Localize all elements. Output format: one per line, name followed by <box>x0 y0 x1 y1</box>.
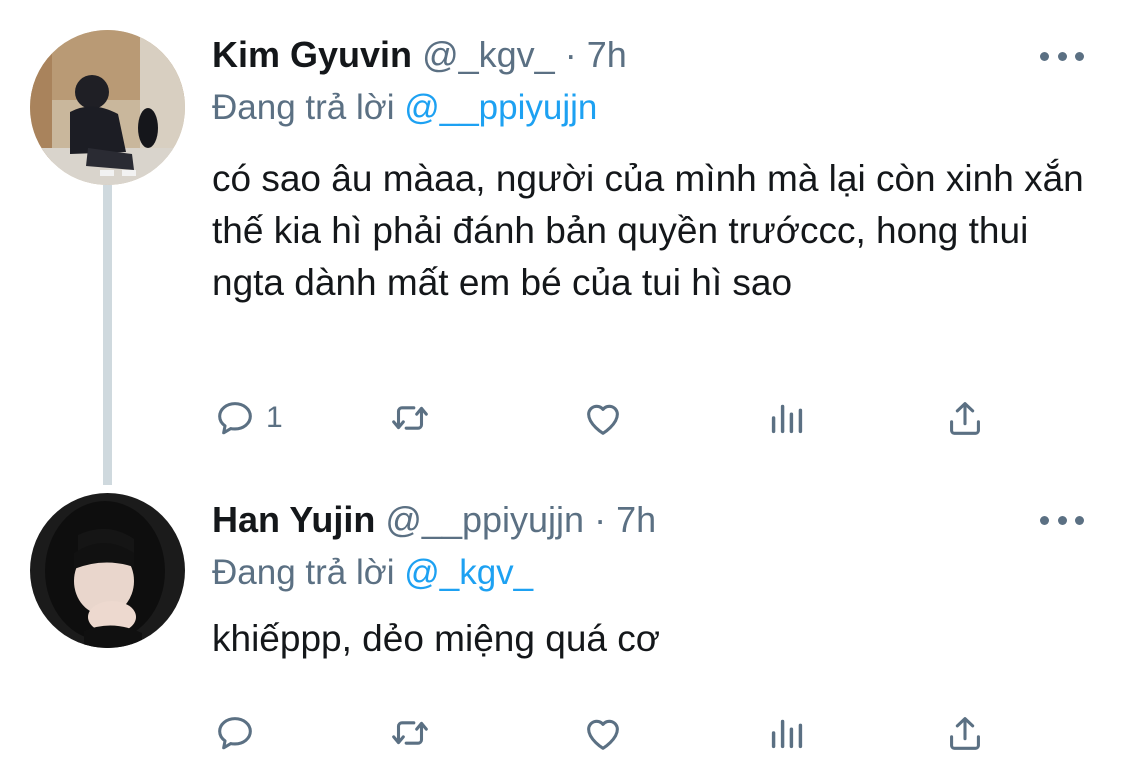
reply-icon <box>218 717 252 750</box>
analytics-button[interactable] <box>764 393 810 443</box>
tweet-han-yujin[interactable]: Han Yujin @__ppiyujjn · 7h Đang trả lời … <box>0 470 1125 770</box>
more-dot <box>1075 51 1084 61</box>
stats-icon <box>771 404 803 434</box>
share-icon <box>950 717 980 750</box>
replying-to-line: Đang trả lời @_kgv_ <box>212 550 533 596</box>
separator-dot: · <box>564 34 577 75</box>
thread-connector-line <box>103 185 112 485</box>
reply-button[interactable] <box>212 708 266 758</box>
like-button[interactable] <box>580 708 626 758</box>
more-dot <box>1075 515 1084 525</box>
retweet-button[interactable] <box>387 708 433 758</box>
replying-to-label: Đang trả lời <box>212 88 395 127</box>
tweet-header: Kim Gyuvin @_kgv_ · 7h <box>212 31 627 79</box>
tweet-kim-gyuvin[interactable]: Kim Gyuvin @_kgv_ · 7h Đang trả lời @__p… <box>0 0 1125 485</box>
replying-to-mention[interactable]: @_kgv_ <box>404 553 533 592</box>
retweet-icon <box>392 721 428 745</box>
share-button[interactable] <box>942 393 988 443</box>
reply-button[interactable]: 1 <box>212 393 283 443</box>
replying-to-mention[interactable]: @__ppiyujjn <box>404 88 597 127</box>
more-dot <box>1040 51 1049 61</box>
tweet-text: có sao âu màaa, người của mình mà lại cò… <box>212 158 1084 303</box>
username-handle[interactable]: @__ppiyujjn <box>385 499 584 540</box>
tweet-actions <box>212 708 1012 758</box>
avatar-photo <box>30 493 185 648</box>
more-dot <box>1040 515 1049 525</box>
retweet-icon <box>392 406 428 430</box>
like-icon <box>587 404 619 435</box>
avatar-han-yujin[interactable] <box>30 493 185 648</box>
replying-to-line: Đang trả lời @__ppiyujjn <box>212 85 597 131</box>
reply-count: 1 <box>266 401 283 434</box>
more-icon[interactable] <box>1040 46 1084 66</box>
avatar-kim-gyuvin[interactable] <box>30 30 185 185</box>
more-dot <box>1057 51 1067 61</box>
more-dot <box>1057 515 1067 525</box>
like-button[interactable] <box>580 393 626 443</box>
stats-icon <box>771 719 803 749</box>
reply-icon <box>218 402 252 435</box>
replying-to-label: Đang trả lời <box>212 553 395 592</box>
tweet-actions: 1 <box>212 393 1012 443</box>
display-name[interactable]: Han Yujin <box>212 499 375 540</box>
timestamp[interactable]: 7h <box>587 34 627 75</box>
tweet-text: khiếppp, dẻo miệng quá cơ <box>212 618 661 659</box>
analytics-button[interactable] <box>764 708 810 758</box>
like-icon <box>587 719 619 750</box>
tweet-header: Han Yujin @__ppiyujjn · 7h <box>212 496 656 544</box>
retweet-button[interactable] <box>387 393 433 443</box>
username-handle[interactable]: @_kgv_ <box>422 34 555 75</box>
timestamp[interactable]: 7h <box>616 499 656 540</box>
more-icon[interactable] <box>1040 510 1084 530</box>
share-icon <box>950 402 980 435</box>
avatar-photo <box>30 30 185 185</box>
display-name[interactable]: Kim Gyuvin <box>212 34 412 75</box>
share-button[interactable] <box>942 708 988 758</box>
separator-dot: · <box>594 499 607 540</box>
